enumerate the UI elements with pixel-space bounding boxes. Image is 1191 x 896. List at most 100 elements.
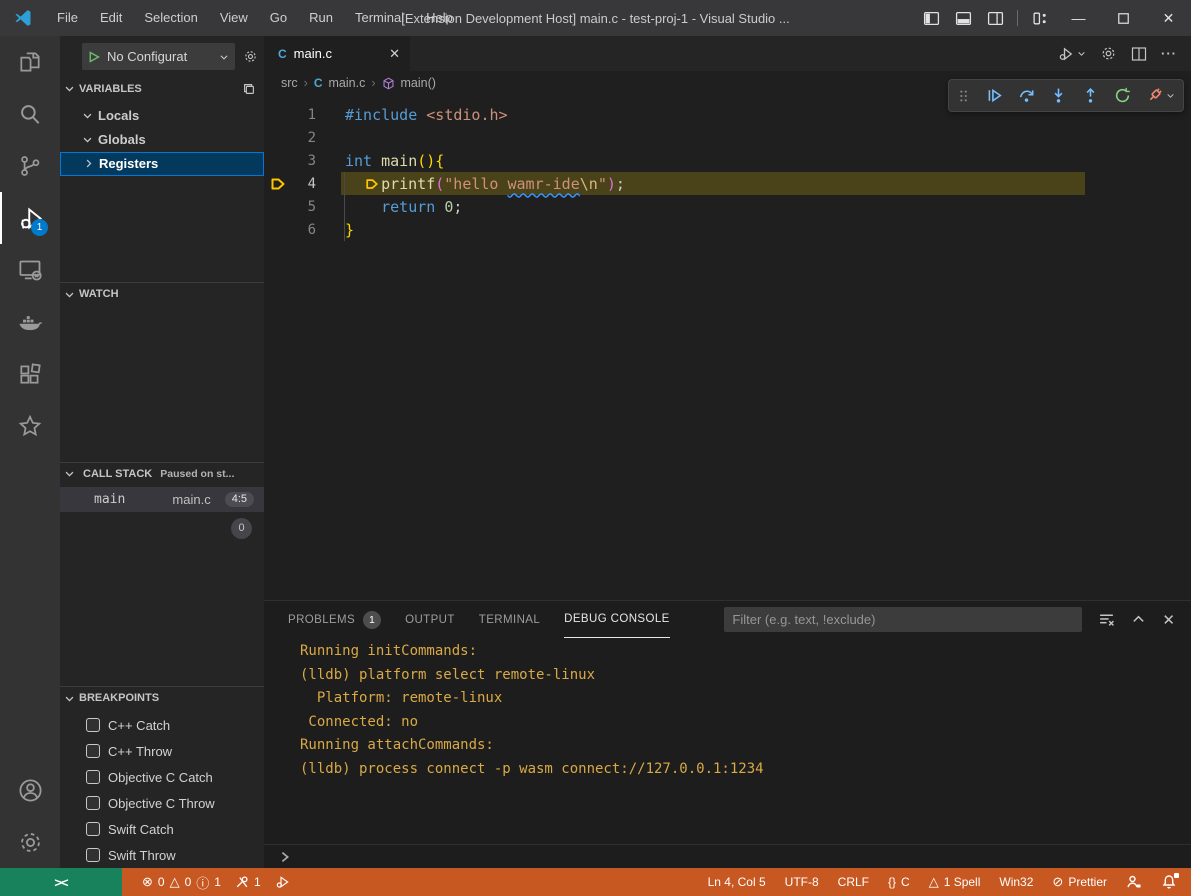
breakpoint-checkbox[interactable] [86, 718, 100, 732]
braces-icon: {} [888, 875, 896, 889]
callstack-section-header[interactable]: CALL STACK Paused on st... [60, 463, 264, 485]
copy-icon[interactable] [242, 82, 256, 96]
menu-view[interactable]: View [209, 0, 259, 36]
platform-indicator[interactable]: Win32 [999, 875, 1033, 889]
step-over-icon[interactable] [1018, 87, 1035, 104]
panel-tab-output[interactable]: OUTPUT [405, 601, 455, 638]
remote-indicator[interactable]: >< [0, 868, 122, 896]
menu-edit[interactable]: Edit [89, 0, 133, 36]
code-line-3[interactable]: 3int main(){ [264, 149, 1191, 172]
settings-gear-icon[interactable] [0, 816, 60, 868]
panel-tab-problems[interactable]: PROBLEMS1 [288, 601, 381, 638]
star-icon[interactable] [0, 400, 60, 452]
breakpoint-row[interactable]: Swift Catch [60, 816, 264, 842]
language-mode[interactable]: {} C [888, 875, 910, 889]
console-filter-input[interactable] [724, 607, 1082, 632]
code-line-2[interactable]: 2 [264, 126, 1191, 149]
code-line-5[interactable]: 5 return 0; [264, 195, 1191, 218]
panel-tab-terminal[interactable]: TERMINAL [479, 601, 540, 638]
toolbar-drag-handle[interactable] [957, 89, 971, 103]
code-editor[interactable]: 1#include <stdio.h>23int main(){4 printf… [264, 95, 1191, 600]
step-out-icon[interactable] [1082, 87, 1099, 104]
breakpoint-row[interactable]: C++ Catch [60, 712, 264, 738]
split-editor-icon[interactable] [1131, 46, 1147, 62]
source-control-icon[interactable] [0, 140, 60, 192]
breakpoint-checkbox[interactable] [86, 822, 100, 836]
account-icon[interactable] [0, 764, 60, 816]
more-actions-icon[interactable]: ··· [1161, 46, 1177, 61]
menu-help[interactable]: Help [415, 0, 464, 36]
code-line-6[interactable]: 6} [264, 218, 1191, 241]
debug-status-icon[interactable] [275, 874, 291, 890]
maximize-panel-icon[interactable] [1131, 612, 1146, 627]
breakpoints-list: C++ CatchC++ ThrowObjective C CatchObjec… [60, 712, 264, 868]
variables-item-globals[interactable]: Globals [60, 128, 264, 152]
variables-item-locals[interactable]: Locals [60, 104, 264, 128]
breakpoint-row[interactable]: Objective C Catch [60, 764, 264, 790]
chevron-down-icon[interactable] [1166, 91, 1175, 100]
extensions-icon[interactable] [0, 348, 60, 400]
code-line-4[interactable]: 4 printf("hello wamr-ide\n"); [264, 172, 1191, 195]
continue-icon[interactable] [986, 87, 1003, 104]
breakpoint-checkbox[interactable] [86, 848, 100, 862]
editor-settings-gear-icon[interactable] [1100, 45, 1117, 62]
tab-main-c[interactable]: C main.c ✕ [264, 36, 410, 71]
maximize-button[interactable] [1101, 0, 1146, 36]
variables-section-header[interactable]: VARIABLES [60, 78, 264, 100]
menu-run[interactable]: Run [298, 0, 344, 36]
debug-run-menu[interactable] [1057, 45, 1086, 63]
debug-settings-gear-icon[interactable] [243, 49, 258, 64]
stack-frame-row[interactable]: main main.c 4:5 [60, 487, 264, 512]
notifications-bell[interactable] [1161, 874, 1177, 890]
toggle-panel-icon[interactable] [947, 0, 979, 36]
toggle-sidebar-icon[interactable] [915, 0, 947, 36]
menu-file[interactable]: File [46, 0, 89, 36]
minimize-button[interactable]: — [1056, 0, 1101, 36]
menu-go[interactable]: Go [259, 0, 298, 36]
restart-icon[interactable] [1114, 87, 1131, 104]
feedback-person-icon[interactable] [1126, 874, 1142, 890]
breakpoint-checkbox[interactable] [86, 744, 100, 758]
breakpoint-row[interactable]: Objective C Throw [60, 790, 264, 816]
console-line: Platform: remote-linux [300, 690, 1191, 714]
variables-item-registers[interactable]: Registers [60, 152, 264, 176]
close-panel-icon[interactable]: ✕ [1162, 611, 1175, 629]
disconnect-icon[interactable] [1146, 87, 1163, 104]
search-icon[interactable] [0, 88, 60, 140]
cursor-position[interactable]: Ln 4, Col 5 [708, 875, 766, 889]
step-into-icon[interactable] [1050, 87, 1067, 104]
docker-icon[interactable] [0, 296, 60, 348]
close-tab-icon[interactable]: ✕ [389, 46, 400, 62]
chevron-down-icon [1077, 49, 1086, 58]
eol-indicator[interactable]: CRLF [838, 875, 869, 889]
breakpoint-gutter-arrow[interactable] [264, 176, 292, 192]
encoding-indicator[interactable]: UTF-8 [785, 875, 819, 889]
explorer-icon[interactable] [0, 36, 60, 88]
spell-checker-status[interactable]: △ 1 Spell [929, 874, 981, 890]
breakpoints-section-header[interactable]: BREAKPOINTS [60, 687, 264, 709]
formatter-status[interactable]: ⊘ Prettier [1052, 874, 1107, 890]
panel-tab-debug-console[interactable]: DEBUG CONSOLE [564, 601, 670, 638]
breakpoint-checkbox[interactable] [86, 770, 100, 784]
breakpoint-checkbox[interactable] [86, 796, 100, 810]
run-debug-icon [1057, 45, 1075, 63]
toggle-secondary-sidebar-icon[interactable] [979, 0, 1011, 36]
breakpoint-row[interactable]: Swift Throw [60, 842, 264, 868]
menu-terminal[interactable]: Terminal [344, 0, 415, 36]
close-window-button[interactable]: ✕ [1146, 0, 1191, 36]
current-line-arrow-icon [270, 176, 286, 192]
watch-section-header[interactable]: WATCH [60, 283, 264, 305]
customize-layout-icon[interactable] [1024, 0, 1056, 36]
launch-config-dropdown[interactable]: No Configurat [82, 43, 235, 70]
toolchain-status[interactable]: 1 [235, 875, 261, 889]
debug-console-output[interactable]: Running initCommands:(lldb) platform sel… [264, 638, 1191, 844]
problems-status[interactable]: ⊗0 △0 ⓘ1 [142, 873, 221, 892]
chevron-down-icon [64, 468, 75, 479]
clear-console-icon[interactable] [1098, 611, 1115, 628]
debug-console-input[interactable] [264, 844, 1191, 868]
run-and-debug-icon[interactable]: 1 [0, 192, 60, 244]
menu-selection[interactable]: Selection [133, 0, 208, 36]
remote-explorer-icon[interactable] [0, 244, 60, 296]
breakpoint-row[interactable]: C++ Throw [60, 738, 264, 764]
chevron-down-icon [64, 83, 75, 94]
